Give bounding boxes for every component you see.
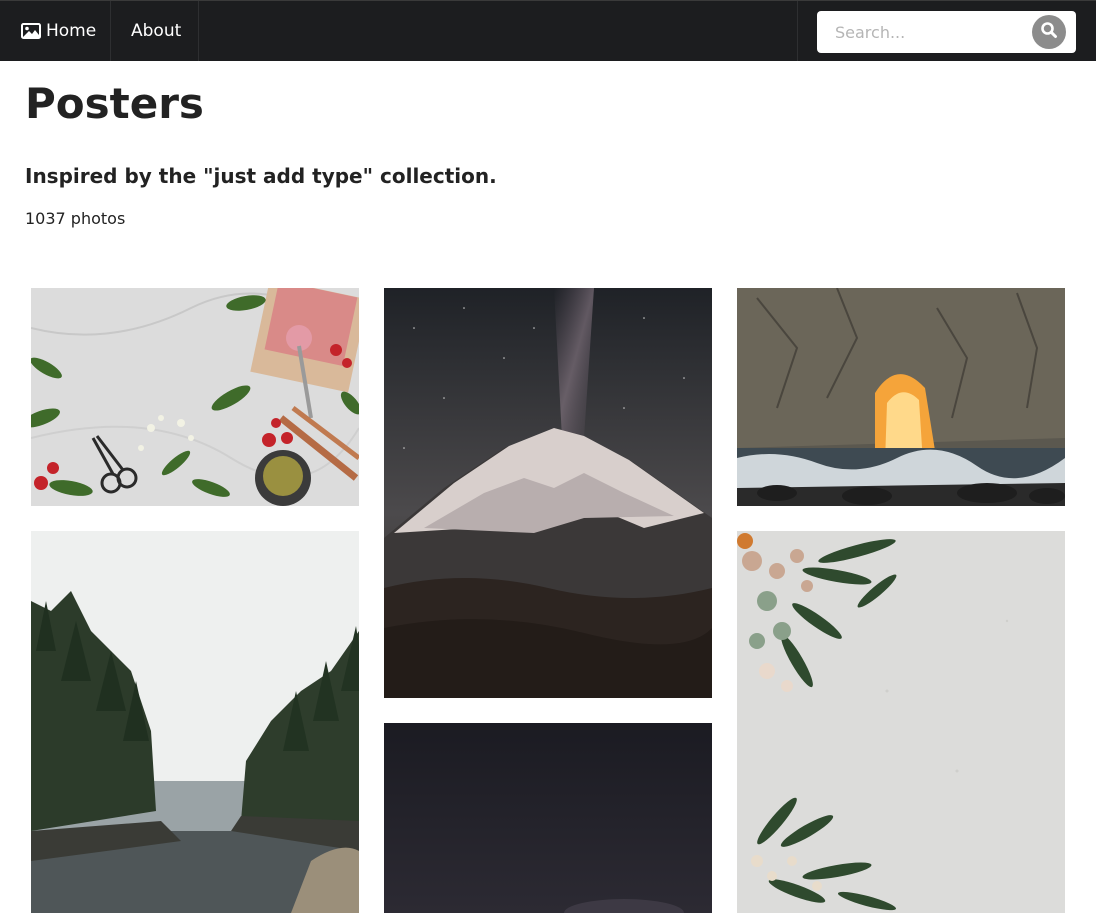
photo-tile[interactable] [384, 288, 712, 698]
nav-about-label: About [131, 21, 182, 41]
nav-about-link[interactable]: About [111, 1, 199, 61]
collection-description: Inspired by the "just add type" collecti… [25, 164, 497, 188]
nav-home-label: Home [46, 21, 97, 41]
search-icon [1040, 21, 1058, 43]
nav-divider [797, 1, 798, 61]
photo-tile[interactable] [384, 723, 712, 913]
page-title: Posters [25, 79, 204, 128]
nav-home-link[interactable]: Home [0, 1, 111, 61]
photo-tile[interactable] [31, 531, 359, 913]
photo-count: 1037 photos [25, 209, 126, 228]
search-input[interactable] [817, 11, 1027, 53]
navbar: Home About [0, 0, 1096, 61]
photo-tile[interactable] [737, 288, 1065, 506]
photo-tile[interactable] [737, 531, 1065, 913]
image-icon [21, 23, 41, 39]
search-button[interactable] [1032, 15, 1066, 49]
photo-tile[interactable] [31, 288, 359, 506]
search-box [817, 11, 1076, 53]
